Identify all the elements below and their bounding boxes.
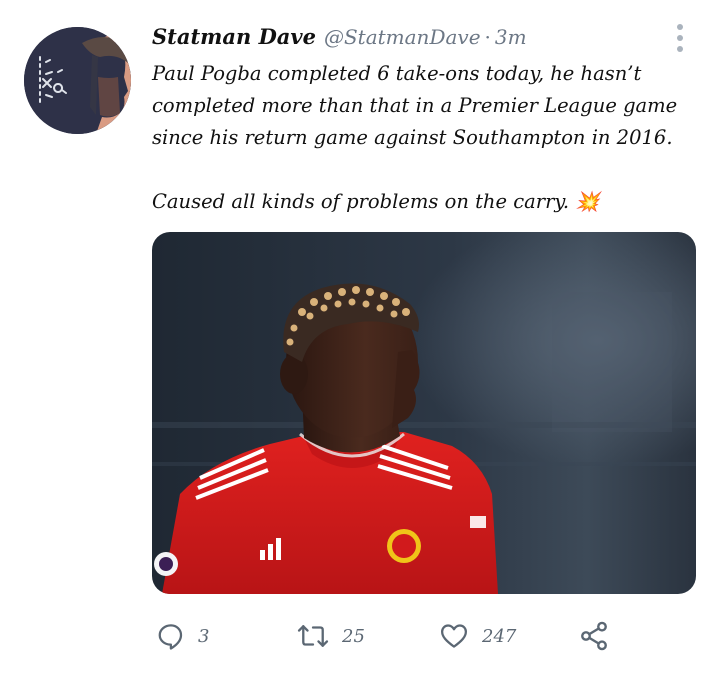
- tweet-media-image[interactable]: [152, 232, 696, 594]
- tweet-header: Statman Dave @StatmanDave · 3m: [152, 24, 660, 54]
- tweet[interactable]: Statman Dave @StatmanDave · 3m Paul Pogb…: [0, 0, 720, 680]
- more-options-button[interactable]: [670, 24, 690, 52]
- tweet-action-bar: 3 25 247: [150, 618, 630, 654]
- retweet-count: 25: [342, 625, 365, 647]
- share-button[interactable]: [578, 618, 610, 654]
- separator-dot: ·: [484, 25, 491, 49]
- like-count: 247: [482, 625, 517, 647]
- reply-count: 3: [198, 625, 210, 647]
- author-avatar[interactable]: [24, 27, 131, 134]
- more-vertical-icon: [677, 24, 683, 30]
- tweet-text-paragraph-2: Caused all kinds of problems on the carr…: [152, 190, 600, 213]
- retweet-button[interactable]: 25: [296, 618, 365, 654]
- reply-button[interactable]: 3: [156, 618, 209, 654]
- heart-icon: [441, 624, 467, 648]
- tweet-timestamp[interactable]: 3m: [495, 25, 527, 49]
- author-handle[interactable]: @StatmanDave: [324, 25, 481, 49]
- share-icon: [581, 621, 607, 651]
- tweet-text: Paul Pogba completed 6 take-ons today, h…: [152, 58, 692, 218]
- tweet-text-paragraph-1: Paul Pogba completed 6 take-ons today, h…: [152, 62, 678, 149]
- like-button[interactable]: 247: [438, 618, 516, 654]
- retweet-icon: [297, 625, 329, 647]
- reply-icon: [158, 624, 183, 650]
- author-name[interactable]: Statman Dave: [152, 24, 316, 49]
